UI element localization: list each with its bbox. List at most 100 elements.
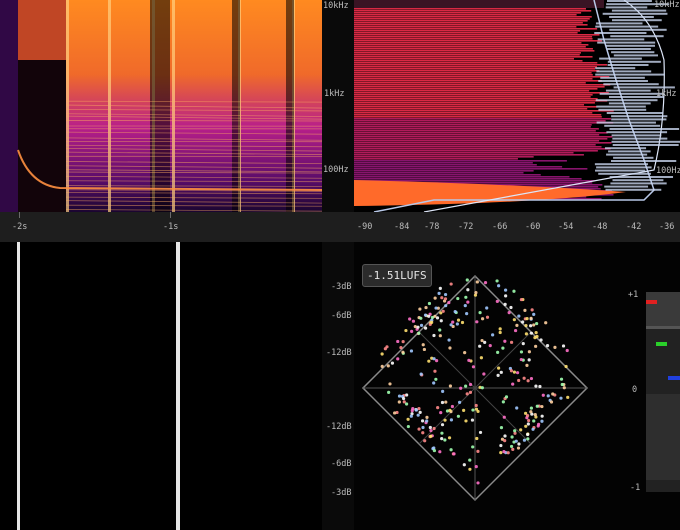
goniometer-sample (434, 306, 438, 310)
spectrum-peak-bar (611, 19, 662, 22)
spectrogram-energy-region (66, 0, 322, 212)
goniometer-sample (485, 306, 489, 310)
goniometer-sample (525, 414, 530, 418)
goniometer-sample (464, 419, 468, 423)
spectrogram-onset (66, 0, 69, 212)
goniometer-sample (429, 428, 433, 433)
spectrum-band (354, 72, 592, 74)
spectrum-peak-bar (613, 54, 658, 57)
goniometer-sample (417, 331, 421, 335)
spectrum-band (354, 110, 614, 112)
goniometer-sample (448, 408, 452, 412)
goniometer-sample (425, 419, 429, 423)
goniometer-sample (553, 345, 557, 349)
spectrum-band (354, 70, 600, 72)
wave-db-tick: -12dB (326, 348, 352, 358)
goniometer-sample (393, 411, 397, 415)
goniometer-sample (439, 411, 443, 415)
spectrum-band (354, 36, 593, 38)
goniometer-sample (457, 400, 462, 404)
goniometer-sample (535, 334, 539, 339)
spectrum-band (354, 76, 610, 78)
spectrum-band (354, 46, 586, 48)
goniometer-sample (511, 447, 515, 451)
goniometer-sample (475, 320, 479, 324)
spectrum-band (354, 10, 592, 12)
spectrum-band (354, 166, 563, 168)
goniometer-sample (405, 402, 409, 406)
goniometer-sample (519, 297, 524, 302)
goniometer-sample (503, 339, 507, 343)
spectrum-peak-bar (595, 22, 643, 25)
spectrum-band (354, 78, 593, 80)
goniometer-sample (521, 342, 525, 346)
goniometer-sample (449, 323, 453, 327)
spectrum-band (354, 84, 611, 86)
goniometer-sample (479, 356, 483, 360)
goniometer-sample (449, 282, 453, 286)
spectrum-peak-bar (609, 28, 667, 31)
goniometer-sample (529, 324, 533, 328)
goniometer-sample (380, 352, 384, 356)
goniometer-sample (464, 384, 468, 388)
spectrum-top-band (354, 0, 604, 8)
db-tick: -36 (659, 222, 675, 232)
goniometer-sample (410, 409, 414, 413)
spectrum-peak-bar (613, 156, 654, 159)
goniometer-sample (504, 395, 509, 399)
spectrogram-tick-10khz: 10kHz (323, 1, 349, 11)
goniometer-sample (427, 359, 431, 363)
goniometer-sample (480, 338, 484, 343)
goniometer-sample (466, 300, 470, 304)
goniometer-sample (526, 432, 530, 437)
goniometer-sample (533, 412, 537, 417)
spectrum-band (354, 34, 600, 36)
spectrum-band (354, 38, 593, 40)
spectrum-band (354, 162, 533, 164)
spectrum-peak-bar (595, 99, 658, 102)
lufs-readout: -1.51LUFS (362, 264, 432, 287)
spectrum-band (354, 94, 593, 96)
goniometer-sample (540, 419, 544, 423)
goniometer-sample (499, 426, 504, 430)
spectrogram-pre-onset (0, 0, 18, 212)
correlation-meter-bottom-segment (646, 394, 680, 480)
spectrum-band (354, 170, 534, 172)
goniometer-sample (416, 413, 420, 417)
goniometer-sample (448, 384, 453, 388)
goniometer-sample (499, 370, 503, 374)
spectrum-peak-bar (607, 0, 652, 2)
goniometer-sample (502, 450, 506, 454)
goniometer-sample (408, 317, 412, 321)
spectrum-peak-bar (604, 147, 647, 150)
goniometer-sample (519, 357, 523, 362)
goniometer-sample (514, 439, 518, 443)
spectrum-band (354, 126, 591, 128)
goniometer-sample (549, 400, 554, 404)
correlation-marker-red (646, 300, 657, 304)
spectrogram-tick-1khz: 1kHz (324, 89, 345, 99)
goniometer-sample (433, 369, 437, 373)
goniometer-sample (401, 340, 405, 344)
spectrum-band (354, 158, 518, 160)
goniometer-sample (467, 358, 471, 362)
spectrum-band (354, 48, 593, 50)
spectrum-band (354, 152, 574, 154)
goniometer-sample (503, 302, 507, 306)
goniometer-sample (409, 349, 414, 353)
goniometer-sample (423, 313, 428, 317)
spectrum-band (354, 100, 608, 102)
goniometer-sample (498, 330, 502, 335)
goniometer-sample (466, 288, 470, 292)
goniometer-sample (507, 311, 511, 315)
goniometer-sample (534, 331, 538, 335)
spectrum-peak-bar (594, 163, 649, 166)
goniometer-sample (436, 406, 440, 410)
db-tick: -78 (424, 222, 440, 232)
goniometer-sample (529, 376, 534, 381)
spectrum-band (354, 140, 600, 142)
goniometer-sample (525, 317, 529, 321)
goniometer-sample (527, 350, 531, 354)
goniometer-sample (435, 359, 439, 363)
goniometer-sample (452, 452, 456, 456)
